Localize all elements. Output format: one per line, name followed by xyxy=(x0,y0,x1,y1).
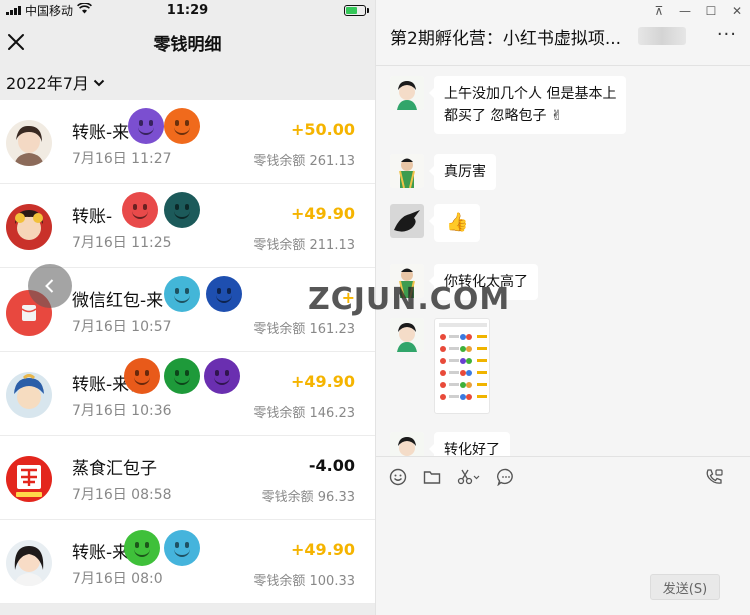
emoji-icon[interactable] xyxy=(388,467,408,487)
emoji-sticker xyxy=(164,358,200,394)
transaction-name: 转账-来 xyxy=(72,543,130,563)
transaction-date: 7月16日 11:25 xyxy=(72,235,172,251)
blurred-title-region xyxy=(638,27,686,45)
avatar xyxy=(390,204,424,238)
scissors-icon[interactable] xyxy=(456,467,482,487)
merchant-logo xyxy=(6,456,52,502)
message-bubble[interactable]: 真厉害 xyxy=(429,154,496,190)
message-list: 上午没加几个人 但是基本上 都买了 忽略包子 ✌ 真厉害 👍 你转化太高了 转化… xyxy=(376,66,750,456)
emoji-sticker xyxy=(164,108,200,144)
avatar xyxy=(6,120,52,166)
minimize-button[interactable]: — xyxy=(672,0,698,22)
carrier-name: 中国移动 xyxy=(25,3,74,18)
avatar xyxy=(390,318,424,352)
close-window-button[interactable]: ✕ xyxy=(724,0,750,22)
avatar xyxy=(6,372,52,418)
emoji-sticker xyxy=(164,192,200,228)
transaction-date: 7月16日 10:36 xyxy=(72,403,172,419)
message-text: 都买了 忽略包子 ✌ xyxy=(444,108,563,124)
emoji-sticker xyxy=(204,358,240,394)
avatar xyxy=(6,204,52,250)
avatar xyxy=(390,432,424,456)
emoji-sticker xyxy=(164,530,200,566)
message-bubble[interactable]: 你转化太高了 xyxy=(429,264,538,300)
status-bar: 中国移动 11:29 xyxy=(0,0,375,20)
transaction-date: 7月16日 08:58 xyxy=(72,487,172,503)
transaction-amount: +49.90 xyxy=(290,540,355,559)
page-title: 零钱明细 xyxy=(153,34,222,55)
transaction-date: 7月16日 08:0 xyxy=(72,571,163,587)
transaction-name: 转账- xyxy=(72,207,113,227)
emoji-sticker xyxy=(124,530,160,566)
nav-bar: 零钱明细 xyxy=(0,20,375,64)
maximize-button[interactable]: ☐ xyxy=(698,0,724,22)
avatar xyxy=(6,540,52,586)
send-button[interactable]: 发送(S) xyxy=(650,574,720,600)
wifi-icon xyxy=(77,2,92,17)
transaction-amount: +49.90 xyxy=(290,204,355,223)
message-bubble[interactable]: 👍 xyxy=(428,204,481,242)
back-arrow-icon[interactable] xyxy=(28,264,72,308)
close-icon[interactable] xyxy=(4,30,28,54)
emoji-sticker xyxy=(206,276,242,312)
folder-icon[interactable] xyxy=(422,467,442,487)
transaction-amount: + xyxy=(341,288,355,307)
message-bubble[interactable]: 上午没加几个人 但是基本上 都买了 忽略包子 ✌ xyxy=(428,76,627,134)
thumbs-up-icon: 👍 xyxy=(446,212,469,233)
transaction-name: 微信红包-来 xyxy=(72,291,164,311)
pin-window-button[interactable]: ⊼ xyxy=(646,0,672,22)
transaction-balance: 零钱余额 211.13 xyxy=(253,238,355,253)
transaction-balance: 零钱余额 261.13 xyxy=(253,154,355,169)
transaction-date: 7月16日 10:57 xyxy=(72,319,172,335)
message-text: 真厉害 xyxy=(444,164,486,180)
message-text: 转化好了 xyxy=(444,442,500,456)
avatar xyxy=(390,264,424,298)
wallet-detail-screen: 中国移动 11:29 零钱明细 2022年7月 转账-来 7月16日 11:27… xyxy=(0,0,375,615)
transaction-balance: 零钱余额 161.23 xyxy=(253,322,355,337)
message-bubble[interactable]: 转化好了 xyxy=(429,432,510,456)
message-text: 上午没加几个人 但是基本上 xyxy=(444,86,617,102)
avatar xyxy=(390,154,424,188)
transaction-balance: 零钱余额 100.33 xyxy=(253,574,355,589)
window-controls: ⊼ — ☐ ✕ xyxy=(646,0,750,22)
emoji-sticker xyxy=(164,276,200,312)
chat-bubble-icon[interactable] xyxy=(496,467,516,487)
transaction-name: 转账-来 xyxy=(72,123,130,143)
transaction-amount: -4.00 xyxy=(308,456,355,475)
chat-title: 第2期孵化营：小红书虚拟项... xyxy=(390,29,622,49)
transaction-amount: +50.00 xyxy=(290,120,355,139)
emoji-sticker xyxy=(122,192,158,228)
emoji-sticker xyxy=(128,108,164,144)
signal-icon xyxy=(6,5,21,15)
screenshot-image-message[interactable] xyxy=(434,318,490,414)
message-text: 你转化太高了 xyxy=(444,274,528,290)
month-filter[interactable]: 2022年7月 xyxy=(0,64,375,100)
month-filter-label: 2022年7月 xyxy=(6,74,89,93)
battery-icon xyxy=(344,4,369,16)
transaction-row[interactable]: 蒸食汇包子 7月16日 08:58 -4.00 零钱余额 96.33 xyxy=(0,436,375,520)
transaction-balance: 零钱余额 146.23 xyxy=(253,406,355,421)
chevron-down-icon xyxy=(89,73,105,92)
transaction-list: 转账-来 7月16日 11:27 +50.00 零钱余额 261.13 转账- … xyxy=(0,100,375,604)
input-toolbar xyxy=(376,456,750,496)
video-call-icon[interactable] xyxy=(705,467,725,487)
transaction-amount: +49.90 xyxy=(290,372,355,391)
transaction-name: 蒸食汇包子 xyxy=(72,459,157,479)
transaction-date: 7月16日 11:27 xyxy=(72,151,172,167)
emoji-sticker xyxy=(124,358,160,394)
avatar xyxy=(390,76,424,110)
screenshot-root: 中国移动 11:29 零钱明细 2022年7月 转账-来 7月16日 11:27… xyxy=(0,0,750,615)
group-chat-window: 第2期孵化营：小红书虚拟项... ··· ⊼ — ☐ ✕ 上午没加几个人 但是基… xyxy=(375,0,750,615)
transaction-balance: 零钱余额 96.33 xyxy=(261,490,355,505)
more-options-button[interactable]: ··· xyxy=(717,24,737,45)
